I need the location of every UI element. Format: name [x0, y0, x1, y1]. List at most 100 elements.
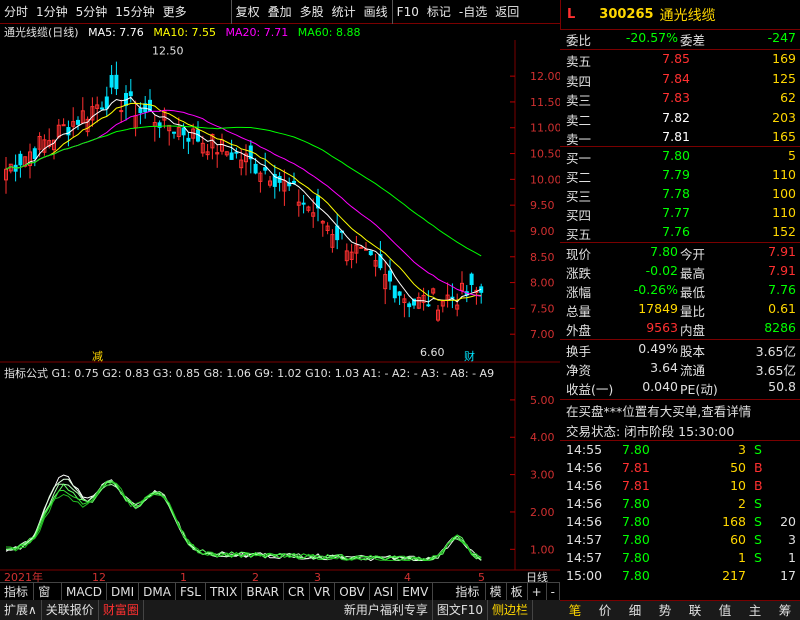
indicator-tab[interactable]: DMA [139, 582, 176, 601]
indicator-tab[interactable]: EMV [398, 582, 434, 601]
bottom-bar-item[interactable]: 财富圈 [99, 600, 144, 620]
ma60-line [5, 125, 482, 257]
toolbar-item-0[interactable]: 分时 [0, 0, 32, 24]
ask-volume: 165 [772, 129, 796, 144]
right-tab[interactable]: 细 [620, 601, 650, 620]
indicator-tab[interactable]: VR [310, 582, 336, 601]
toolbar-item-9[interactable]: 画线 [360, 0, 392, 24]
indicator-tab[interactable]: TRIX [206, 582, 243, 601]
toolbar-item-2[interactable]: 5分钟 [72, 0, 112, 24]
stock-code[interactable]: 300265 [599, 7, 653, 22]
candle-body [392, 285, 397, 299]
tick-time: 14:56 [566, 478, 603, 493]
indicator-tab[interactable]: 指标B [451, 582, 486, 617]
indicator-tab[interactable]: MACD [62, 582, 107, 601]
period-label[interactable]: 日线 [526, 570, 548, 582]
value: 0.040 [642, 379, 678, 394]
right-tab[interactable]: 价 [590, 601, 620, 620]
toolbar-item-7[interactable]: 多股 [296, 0, 328, 24]
bid-row[interactable]: 买四 7.77 110 [560, 205, 800, 224]
price-tick: 11.00 [530, 122, 560, 135]
toolbar-item-8[interactable]: 统计 [328, 0, 360, 24]
bid-volume: 110 [772, 205, 796, 220]
bid-row[interactable]: 买一 7.80 5 [560, 148, 800, 167]
bid-price: 7.77 [662, 205, 690, 220]
toolbar-item-10[interactable]: F10 [391, 0, 423, 24]
candle-body [469, 273, 474, 286]
toolbar-item-4[interactable]: 更多 [159, 0, 191, 24]
right-tab[interactable]: 笔 [560, 601, 590, 620]
indicator-tab[interactable]: 指标A [0, 582, 35, 617]
tick-row: 14:57 7.80 1 S 1 [560, 550, 800, 568]
bottom-bar-item[interactable]: 侧边栏 [488, 600, 534, 620]
ma5-line [5, 96, 482, 303]
indicator-line [5, 474, 482, 562]
ask-row[interactable]: 卖三 7.83 62 [560, 90, 800, 109]
right-tab[interactable]: 联 [680, 601, 710, 620]
toolbar-item-11[interactable]: 标记 [423, 0, 455, 24]
bid-row[interactable]: 买二 7.79 110 [560, 167, 800, 186]
candle-body [32, 148, 37, 159]
label: 内盘 [680, 323, 706, 338]
tick-direction: S [754, 496, 762, 511]
right-tab[interactable]: 值 [710, 601, 740, 620]
status-text: 交易状态: 闭市阶段 15:30:00 [566, 424, 735, 439]
value: -0.02 [645, 263, 678, 278]
ask-row[interactable]: 卖二 7.82 203 [560, 110, 800, 129]
candle-body [114, 74, 119, 90]
tick-direction: S [754, 532, 762, 547]
toolbar-item-3[interactable]: 15分钟 [111, 0, 158, 24]
ask-row[interactable]: 卖四 7.84 125 [560, 71, 800, 90]
label: 最高 [680, 266, 706, 281]
indicator-tabs: 指标A窗口MACDDMIDMAFSLTRIXBRARCRVROBVASIEMV 指… [0, 582, 560, 617]
ma20-line [5, 109, 482, 297]
bottom-bar-item[interactable]: 扩展∧ [0, 600, 42, 620]
indicator-tab[interactable]: DMI [107, 582, 140, 601]
ask-label: 卖五 [566, 54, 592, 69]
bid-row[interactable]: 买五 7.76 152 [560, 224, 800, 243]
indicator-tab[interactable]: CR [284, 582, 310, 601]
toolbar-item-6[interactable]: 叠加 [264, 0, 296, 24]
bottom-bar-item[interactable]: 新用户福利专享 [340, 600, 433, 620]
stat2-row: 换手 0.49% 股本 3.65亿 [560, 341, 800, 360]
indicator-tab[interactable]: + [528, 582, 547, 601]
price-tick: 7.50 [530, 302, 555, 315]
toolbar-item-13[interactable]: 返回 [491, 0, 523, 24]
toolbar-item-1[interactable]: 1分钟 [32, 0, 72, 24]
bid-price: 7.76 [662, 224, 690, 239]
right-tab[interactable]: 主 [740, 601, 770, 620]
big-order-notice[interactable]: 在买盘***位置有大买单,查看详情 [560, 401, 800, 420]
bottom-bar-item[interactable]: 关联报价 [42, 600, 99, 620]
event-mark[interactable]: 减 [92, 350, 103, 363]
indicator-tab[interactable]: 模 [486, 582, 507, 601]
indicator-tab[interactable]: OBV [335, 582, 370, 601]
indicator-tab[interactable]: 板 [507, 582, 528, 601]
label: 涨幅 [566, 285, 592, 300]
stat-row: 涨幅 -0.26% 最低 7.76 [560, 282, 800, 301]
bid-label: 买三 [566, 189, 592, 204]
indicator-tab[interactable]: 窗口 [34, 582, 62, 617]
indicator-tab[interactable]: ASI [370, 582, 399, 601]
candle-body [234, 151, 239, 154]
ask-row[interactable]: 卖一 7.81 165 [560, 129, 800, 148]
indicator-line [5, 482, 482, 562]
candle-body [181, 127, 186, 136]
toolbar-item-5[interactable]: 复权 [230, 0, 264, 24]
value: 0.61 [768, 301, 796, 316]
indicator-tab[interactable]: FSL [176, 582, 206, 601]
kline-title: 通光线缆(日线) [4, 26, 79, 39]
ma10-line [5, 102, 482, 301]
stock-name[interactable]: 通光线缆 [660, 5, 716, 25]
bid-row[interactable]: 买三 7.78 100 [560, 186, 800, 205]
indicator-tab[interactable]: BRAR [242, 582, 285, 601]
tick-volume: 3 [738, 442, 746, 457]
right-tab[interactable]: 筹 [770, 601, 800, 620]
bottom-bar-item[interactable]: 图文F10 [433, 600, 489, 620]
indicator-tab[interactable]: - [547, 582, 560, 601]
event-mark[interactable]: 财 [464, 349, 475, 363]
tick-row: 14:56 7.80 168 S 20 [560, 514, 800, 532]
ask-row[interactable]: 卖五 7.85 169 [560, 51, 800, 70]
right-tab[interactable]: 势 [650, 601, 680, 620]
kline-chart[interactable]: 12.0011.5011.0010.5010.009.509.008.508.0… [0, 40, 560, 582]
toolbar-item-12[interactable]: -自选 [455, 0, 491, 24]
